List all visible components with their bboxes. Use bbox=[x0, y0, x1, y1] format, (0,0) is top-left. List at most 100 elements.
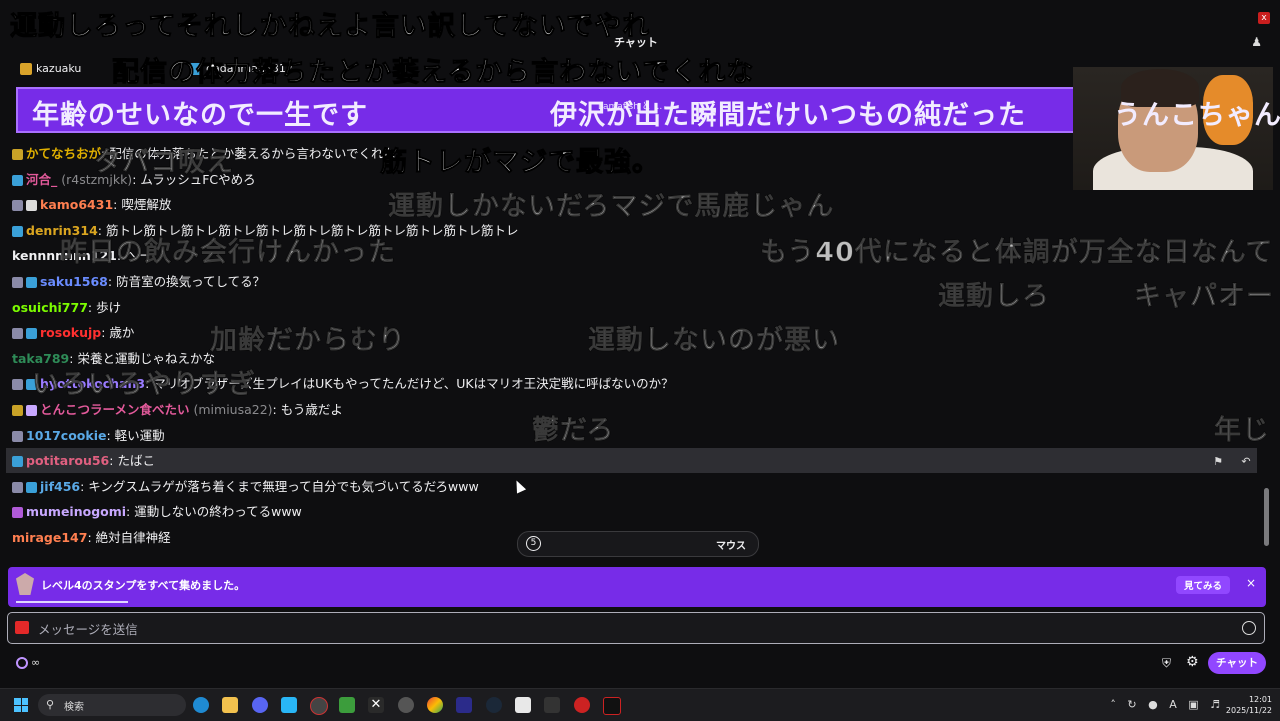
chat-scrollbar[interactable] bbox=[1264, 488, 1269, 546]
taskbar-clock[interactable]: 12:01 2025/11/22 bbox=[1218, 694, 1272, 716]
video-icon[interactable] bbox=[15, 621, 29, 634]
chevron-up-icon[interactable]: ˄ bbox=[1110, 698, 1116, 711]
close-button[interactable]: x bbox=[1258, 12, 1270, 24]
taskbar-search[interactable]: ⚲ 検索 bbox=[38, 694, 186, 716]
minecraft-icon[interactable] bbox=[339, 697, 355, 713]
x-icon[interactable]: ✕ bbox=[368, 697, 384, 713]
user-badge-icon[interactable] bbox=[12, 226, 23, 237]
pin-icon[interactable]: ⚑ bbox=[1207, 451, 1229, 473]
channel-points-value: ∞ bbox=[31, 656, 41, 669]
obs-icon[interactable] bbox=[310, 697, 328, 715]
overlay-comment: 運動しかないだろマジで馬鹿じゃん bbox=[387, 191, 835, 223]
chat-message-text: : たばこ bbox=[109, 453, 155, 468]
chat-username[interactable]: 河合_ bbox=[26, 172, 57, 187]
chat-input-footer: ∞ ⛨ ⚙ チャット bbox=[0, 650, 1280, 678]
ime-indicator[interactable]: A bbox=[1169, 698, 1177, 711]
clock-date: 2025/11/22 bbox=[1225, 706, 1272, 715]
chat-message[interactable]: mumeinogomi: 運動しないの終わってるwww bbox=[12, 499, 1257, 524]
document-icon[interactable] bbox=[515, 697, 531, 713]
chat-login-name: (mimiusa22) bbox=[189, 402, 273, 417]
chat-message-text: : もう歳だよ bbox=[272, 402, 343, 417]
overlay-comment: 加齢だからむり bbox=[210, 325, 406, 357]
user-badge-icon[interactable] bbox=[12, 405, 23, 416]
chrome-icon[interactable] bbox=[427, 697, 443, 713]
chat-username[interactable]: osuichi777 bbox=[12, 300, 88, 315]
chat-username[interactable]: potitarou56 bbox=[26, 453, 109, 468]
user-badge-icon[interactable] bbox=[12, 456, 23, 467]
chat-message[interactable]: osuichi777: 歩け bbox=[12, 295, 1257, 320]
chat-username[interactable]: saku1568 bbox=[40, 274, 108, 289]
user-badge-icon[interactable] bbox=[12, 277, 23, 288]
close-icon[interactable]: × bbox=[1246, 576, 1256, 590]
network-icon[interactable]: ▣ bbox=[1188, 698, 1198, 711]
sync-icon[interactable]: ↻ bbox=[1127, 698, 1136, 711]
search-icon: ⚲ bbox=[46, 698, 55, 711]
windows-start-icon[interactable] bbox=[14, 698, 28, 712]
chat-message-text: : 歩け bbox=[87, 300, 122, 315]
chat-message[interactable]: 1017cookie: 軽い運動 bbox=[12, 423, 1257, 448]
pause-reason-label: マウス bbox=[716, 541, 746, 552]
steam-icon[interactable] bbox=[486, 697, 502, 713]
user-badge-icon[interactable] bbox=[26, 482, 37, 493]
user-badge-icon[interactable] bbox=[12, 149, 23, 160]
chat-paused-indicator[interactable]: 5 マウス bbox=[517, 531, 759, 557]
user-badge-icon[interactable] bbox=[26, 200, 37, 211]
user-badge-icon[interactable] bbox=[12, 379, 23, 390]
chat-username[interactable]: とんこつラーメン食べたい bbox=[40, 402, 190, 417]
overlay-comment: タバコ吸え bbox=[94, 147, 234, 179]
message-input-box[interactable] bbox=[7, 612, 1265, 644]
edge-icon[interactable] bbox=[193, 697, 209, 713]
uk-app-icon[interactable] bbox=[544, 697, 560, 713]
user-badge-icon[interactable] bbox=[26, 328, 37, 339]
folder-icon[interactable] bbox=[222, 697, 238, 713]
chat-message-text: : 喫煙解放 bbox=[113, 197, 172, 212]
message-input[interactable] bbox=[36, 619, 1230, 639]
overlay-comment: いろいろやりすぎ bbox=[32, 369, 256, 401]
chat-username[interactable]: mumeinogomi bbox=[26, 504, 126, 519]
user-badge-icon[interactable] bbox=[12, 507, 23, 518]
blocked-app-icon[interactable] bbox=[574, 697, 590, 713]
channel-points-button[interactable]: ∞ bbox=[16, 656, 40, 669]
user-badge-icon[interactable] bbox=[12, 328, 23, 339]
user-badge-icon[interactable] bbox=[12, 175, 23, 186]
chat-message-text: : 防音室の換気ってしてる？ bbox=[107, 274, 266, 289]
chat-message[interactable]: potitarou56: たばこ ⚑ ↶ bbox=[6, 448, 1257, 473]
k-app-icon[interactable] bbox=[603, 697, 621, 715]
user-badge-icon[interactable] bbox=[12, 431, 23, 442]
user-badge-icon[interactable] bbox=[26, 277, 37, 288]
pause-count: 5 bbox=[526, 536, 541, 551]
overlay-comment: 筋トレがマジで最強。 bbox=[380, 147, 660, 179]
reply-icon[interactable]: ↶ bbox=[1235, 451, 1257, 473]
chat-message[interactable]: saku1568: 防音室の換気ってしてる？ bbox=[12, 269, 1257, 294]
user-badge-icon[interactable] bbox=[12, 200, 23, 211]
overlay-comment: 運動しろ bbox=[938, 281, 1050, 313]
chat-username[interactable]: 1017cookie bbox=[26, 428, 106, 443]
emoji-icon[interactable] bbox=[1242, 621, 1256, 635]
view-achievement-button[interactable]: 見てみる bbox=[1175, 576, 1230, 594]
shield-icon[interactable]: ⛨ bbox=[1162, 656, 1171, 671]
achievement-icon bbox=[16, 573, 34, 595]
user-badge-icon[interactable] bbox=[12, 482, 23, 493]
chat-username[interactable]: rosokujp bbox=[40, 325, 101, 340]
window-app-icon[interactable] bbox=[456, 697, 472, 713]
notepad-icon[interactable] bbox=[281, 697, 297, 713]
chat-message-text: : 歳か bbox=[101, 325, 135, 340]
chat-username[interactable]: かてなちおが bbox=[26, 146, 101, 161]
users-icon[interactable]: ♟ bbox=[1251, 35, 1262, 49]
chat-username[interactable]: mirage147 bbox=[12, 530, 87, 545]
chat-message[interactable]: jif456: キングスムラゲが落ち着くまで無理って自分でも気づいてるだろwww bbox=[12, 474, 1257, 499]
mic-icon[interactable]: ● bbox=[1148, 698, 1158, 711]
app-icon[interactable] bbox=[398, 697, 414, 713]
gear-icon[interactable]: ⚙ bbox=[1186, 654, 1199, 670]
overlay-comment: キャパオー bbox=[1134, 281, 1274, 313]
chat-username[interactable]: kamo6431 bbox=[40, 197, 113, 212]
user-badge-icon[interactable] bbox=[26, 405, 37, 416]
overlay-comment: 伊沢が出た瞬間だけいつもの純だった bbox=[550, 100, 1026, 131]
gift-leader-item[interactable]: kazuaku bbox=[20, 62, 81, 75]
chat-send-button[interactable]: チャット bbox=[1208, 652, 1266, 674]
chat-username[interactable]: jif456 bbox=[40, 479, 80, 494]
overlay-comment: 運動しろってそれしかねえよ言い訳してないでやれ bbox=[9, 11, 651, 43]
chat-message-text: : 軽い運動 bbox=[106, 428, 165, 443]
overlay-comment: 運動しないのが悪い bbox=[588, 325, 840, 357]
discord-icon[interactable] bbox=[252, 697, 268, 713]
